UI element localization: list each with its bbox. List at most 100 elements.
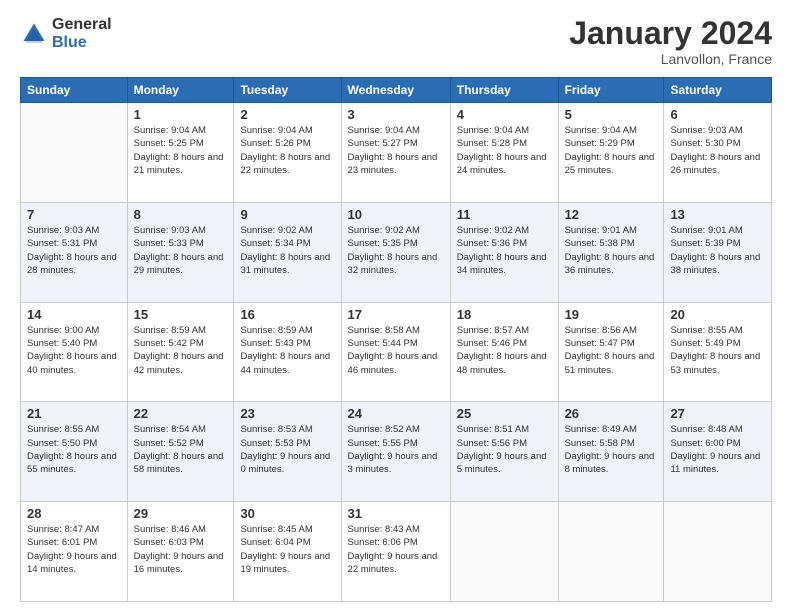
table-row: 28 Sunrise: 8:47 AMSunset: 6:01 PMDayligh… — [21, 502, 128, 602]
table-row: 14 Sunrise: 9:00 AMSunset: 5:40 PMDayligh… — [21, 302, 128, 402]
col-wednesday: Wednesday — [341, 78, 450, 103]
day-info: Sunrise: 8:45 AMSunset: 6:04 PMDaylight:… — [240, 523, 334, 576]
day-number: 13 — [670, 207, 765, 222]
table-row: 24 Sunrise: 8:52 AMSunset: 5:55 PMDayligh… — [341, 402, 450, 502]
day-info: Sunrise: 8:55 AMSunset: 5:49 PMDaylight:… — [670, 324, 765, 377]
day-number: 21 — [27, 406, 121, 421]
table-row: 17Sunrise: 8:58 AMSunset: 5:44 PMDayligh… — [341, 302, 450, 402]
month-title: January 2024 — [569, 16, 772, 51]
day-info: Sunrise: 8:48 AMSunset: 6:00 PMDaylight:… — [670, 423, 765, 476]
day-number: 4 — [457, 107, 552, 122]
day-number: 10 — [348, 207, 444, 222]
day-number: 7 — [27, 207, 121, 222]
table-row: 21 Sunrise: 8:55 AMSunset: 5:50 PMDayligh… — [21, 402, 128, 502]
title-block: January 2024 Lanvollon, France — [569, 16, 772, 67]
day-info: Sunrise: 9:04 AMSunset: 5:25 PMDaylight:… — [134, 124, 228, 177]
day-info: Sunrise: 8:59 AMSunset: 5:43 PMDaylight:… — [240, 324, 334, 377]
col-saturday: Saturday — [664, 78, 772, 103]
day-number: 5 — [565, 107, 658, 122]
day-info: Sunrise: 9:01 AMSunset: 5:39 PMDaylight:… — [670, 224, 765, 277]
table-row: 1 Sunrise: 9:04 AMSunset: 5:25 PMDaylight… — [127, 103, 234, 203]
day-info: Sunrise: 8:57 AMSunset: 5:46 PMDaylight:… — [457, 324, 552, 377]
table-row: 27 Sunrise: 8:48 AMSunset: 6:00 PMDayligh… — [664, 402, 772, 502]
day-info: Sunrise: 9:04 AMSunset: 5:27 PMDaylight:… — [348, 124, 444, 177]
table-row: 26 Sunrise: 8:49 AMSunset: 5:58 PMDayligh… — [558, 402, 664, 502]
day-number: 1 — [134, 107, 228, 122]
logo: General Blue — [20, 16, 112, 51]
table-row: 4 Sunrise: 9:04 AMSunset: 5:28 PMDaylight… — [450, 103, 558, 203]
day-number: 25 — [457, 406, 552, 421]
table-row: 8 Sunrise: 9:03 AMSunset: 5:33 PMDaylight… — [127, 202, 234, 302]
col-friday: Friday — [558, 78, 664, 103]
calendar-row: 14 Sunrise: 9:00 AMSunset: 5:40 PMDayligh… — [21, 302, 772, 402]
day-number: 24 — [348, 406, 444, 421]
day-info: Sunrise: 8:56 AMSunset: 5:47 PMDaylight:… — [565, 324, 658, 377]
table-row: 11Sunrise: 9:02 AMSunset: 5:36 PMDayligh… — [450, 202, 558, 302]
day-info: Sunrise: 8:47 AMSunset: 6:01 PMDaylight:… — [27, 523, 121, 576]
table-row: 6 Sunrise: 9:03 AMSunset: 5:30 PMDaylight… — [664, 103, 772, 203]
day-info: Sunrise: 9:03 AMSunset: 5:30 PMDaylight:… — [670, 124, 765, 177]
table-row: 9 Sunrise: 9:02 AMSunset: 5:34 PMDaylight… — [234, 202, 341, 302]
day-info: Sunrise: 9:02 AMSunset: 5:34 PMDaylight:… — [240, 224, 334, 277]
day-number: 8 — [134, 207, 228, 222]
logo-text: General Blue — [52, 16, 112, 51]
table-row: 18Sunrise: 8:57 AMSunset: 5:46 PMDayligh… — [450, 302, 558, 402]
table-row: 30 Sunrise: 8:45 AMSunset: 6:04 PMDayligh… — [234, 502, 341, 602]
day-info: Sunrise: 8:55 AMSunset: 5:50 PMDaylight:… — [27, 423, 121, 476]
day-info: Sunrise: 8:43 AMSunset: 6:06 PMDaylight:… — [348, 523, 444, 576]
table-row: 16 Sunrise: 8:59 AMSunset: 5:43 PMDayligh… — [234, 302, 341, 402]
table-row: 20Sunrise: 8:55 AMSunset: 5:49 PMDayligh… — [664, 302, 772, 402]
day-info: Sunrise: 8:52 AMSunset: 5:55 PMDaylight:… — [348, 423, 444, 476]
table-row: 23Sunrise: 8:53 AMSunset: 5:53 PMDayligh… — [234, 402, 341, 502]
table-row: 29 Sunrise: 8:46 AMSunset: 6:03 PMDayligh… — [127, 502, 234, 602]
day-info: Sunrise: 9:04 AMSunset: 5:28 PMDaylight:… — [457, 124, 552, 177]
day-number: 14 — [27, 307, 121, 322]
day-number: 6 — [670, 107, 765, 122]
col-sunday: Sunday — [21, 78, 128, 103]
day-info: Sunrise: 9:03 AMSunset: 5:33 PMDaylight:… — [134, 224, 228, 277]
day-number: 17 — [348, 307, 444, 322]
table-row — [558, 502, 664, 602]
calendar-row: 7 Sunrise: 9:03 AMSunset: 5:31 PMDaylight… — [21, 202, 772, 302]
day-number: 16 — [240, 307, 334, 322]
day-number: 26 — [565, 406, 658, 421]
logo-general-text: General — [52, 16, 112, 34]
day-number: 2 — [240, 107, 334, 122]
table-row: 15 Sunrise: 8:59 AMSunset: 5:42 PMDayligh… — [127, 302, 234, 402]
day-info: Sunrise: 8:59 AMSunset: 5:42 PMDaylight:… — [134, 324, 228, 377]
header-row: Sunday Monday Tuesday Wednesday Thursday… — [21, 78, 772, 103]
day-number: 3 — [348, 107, 444, 122]
table-row: 5 Sunrise: 9:04 AMSunset: 5:29 PMDaylight… — [558, 103, 664, 203]
day-number: 15 — [134, 307, 228, 322]
day-info: Sunrise: 9:04 AMSunset: 5:29 PMDaylight:… — [565, 124, 658, 177]
day-info: Sunrise: 8:49 AMSunset: 5:58 PMDaylight:… — [565, 423, 658, 476]
day-info: Sunrise: 9:00 AMSunset: 5:40 PMDaylight:… — [27, 324, 121, 377]
table-row: 12 Sunrise: 9:01 AMSunset: 5:38 PMDayligh… — [558, 202, 664, 302]
col-monday: Monday — [127, 78, 234, 103]
day-number: 19 — [565, 307, 658, 322]
table-row — [450, 502, 558, 602]
day-info: Sunrise: 9:03 AMSunset: 5:31 PMDaylight:… — [27, 224, 121, 277]
table-row: 3 Sunrise: 9:04 AMSunset: 5:27 PMDaylight… — [341, 103, 450, 203]
day-number: 28 — [27, 506, 121, 521]
table-row — [21, 103, 128, 203]
table-row: 31Sunrise: 8:43 AMSunset: 6:06 PMDayligh… — [341, 502, 450, 602]
table-row: 2 Sunrise: 9:04 AMSunset: 5:26 PMDaylight… — [234, 103, 341, 203]
day-number: 30 — [240, 506, 334, 521]
day-number: 9 — [240, 207, 334, 222]
day-info: Sunrise: 8:51 AMSunset: 5:56 PMDaylight:… — [457, 423, 552, 476]
day-number: 27 — [670, 406, 765, 421]
day-info: Sunrise: 9:02 AMSunset: 5:35 PMDaylight:… — [348, 224, 444, 277]
day-info: Sunrise: 8:46 AMSunset: 6:03 PMDaylight:… — [134, 523, 228, 576]
day-info: Sunrise: 9:02 AMSunset: 5:36 PMDaylight:… — [457, 224, 552, 277]
day-number: 29 — [134, 506, 228, 521]
day-info: Sunrise: 9:04 AMSunset: 5:26 PMDaylight:… — [240, 124, 334, 177]
day-number: 12 — [565, 207, 658, 222]
table-row: 25 Sunrise: 8:51 AMSunset: 5:56 PMDayligh… — [450, 402, 558, 502]
logo-icon — [20, 20, 48, 48]
calendar-row: 1 Sunrise: 9:04 AMSunset: 5:25 PMDaylight… — [21, 103, 772, 203]
day-info: Sunrise: 9:01 AMSunset: 5:38 PMDaylight:… — [565, 224, 658, 277]
table-row: 19 Sunrise: 8:56 AMSunset: 5:47 PMDayligh… — [558, 302, 664, 402]
calendar-row: 28 Sunrise: 8:47 AMSunset: 6:01 PMDayligh… — [21, 502, 772, 602]
day-info: Sunrise: 8:53 AMSunset: 5:53 PMDaylight:… — [240, 423, 334, 476]
